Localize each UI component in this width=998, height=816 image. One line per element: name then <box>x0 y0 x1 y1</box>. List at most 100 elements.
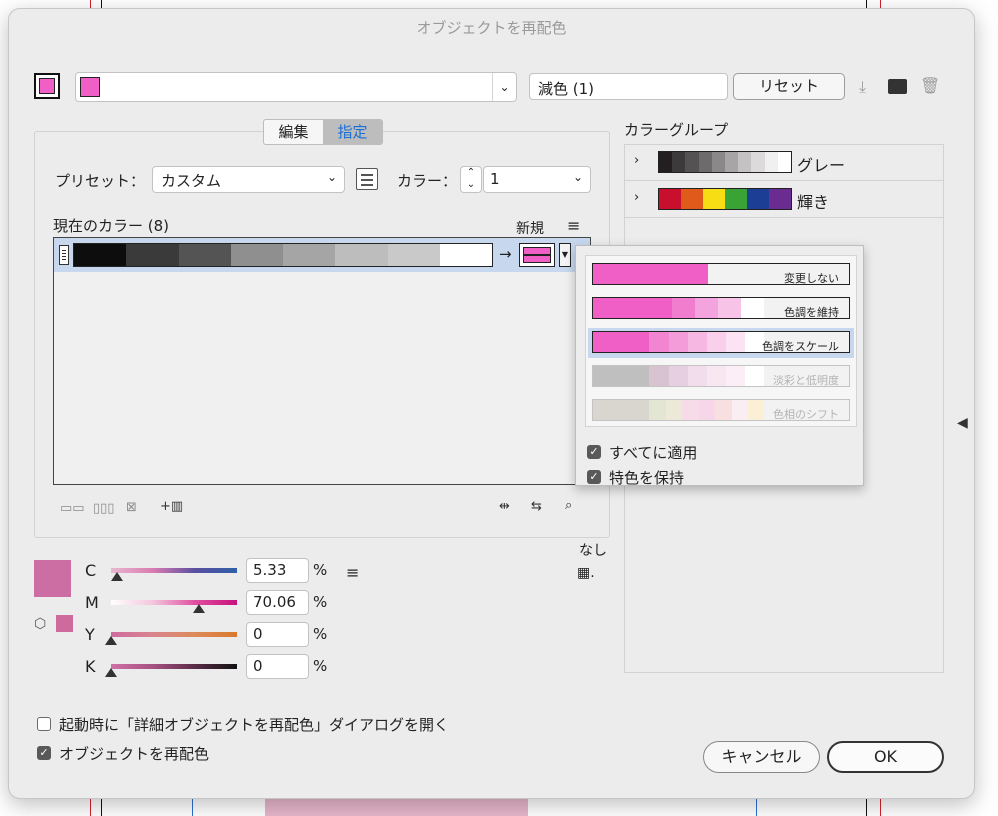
bleed-line <box>880 798 881 816</box>
preview-segment <box>741 298 765 318</box>
randomize-order-icon[interactable]: ⇹ <box>499 499 510 514</box>
new-color-swatch[interactable] <box>519 243 555 267</box>
color-swatch[interactable] <box>74 244 127 266</box>
color-swatch[interactable] <box>764 152 778 172</box>
channel-value-field[interactable]: 70.06 <box>246 590 309 615</box>
preset-select[interactable]: カスタム ⌄ <box>152 166 345 193</box>
color-swatch[interactable] <box>711 152 726 172</box>
color-method-option[interactable]: 色調を維持 <box>588 294 854 324</box>
in-gamut-color-swatch[interactable] <box>56 615 73 632</box>
color-swatch[interactable] <box>387 244 440 266</box>
none-label: なし <box>579 543 607 559</box>
color-swatch[interactable] <box>769 189 791 209</box>
color-swatch[interactable] <box>747 189 769 209</box>
color-swatch[interactable] <box>659 189 681 209</box>
tab-edit[interactable]: 編集 <box>264 120 323 144</box>
chevron-down-icon: ⌄ <box>326 170 337 184</box>
color-mode-grid-icon[interactable]: ▦. <box>577 565 595 581</box>
color-count-stepper[interactable]: ⌃ ⌄ <box>460 166 482 193</box>
color-swatch[interactable] <box>738 152 752 172</box>
tab-assign[interactable]: 指定 <box>323 120 382 144</box>
color-swatch[interactable] <box>335 244 388 266</box>
chevron-down-icon[interactable]: ⌄ <box>573 170 583 184</box>
apply-all-checkbox[interactable]: ✓ <box>587 445 601 459</box>
separate-colors-icon[interactable]: ▯▯▯ <box>93 501 114 516</box>
color-method-option[interactable]: 色調をスケール <box>588 328 854 358</box>
chevron-down-icon[interactable]: ⌄ <box>492 73 516 101</box>
active-color-swatch[interactable] <box>34 560 71 597</box>
color-group-combo[interactable]: ⌄ <box>75 72 517 102</box>
channel-slider[interactable] <box>105 664 237 677</box>
new-row-icon[interactable]: +▥ <box>160 499 183 514</box>
current-colors-strip[interactable] <box>73 243 493 267</box>
recolor-art-checkbox[interactable]: ✓ <box>37 746 51 760</box>
color-swatch[interactable] <box>283 244 336 266</box>
channel-value-field[interactable]: 0 <box>246 622 309 647</box>
slider-thumb[interactable] <box>193 604 205 613</box>
color-swatch[interactable] <box>777 152 792 172</box>
reset-button[interactable]: リセット <box>733 73 845 100</box>
color-group-strip[interactable] <box>658 188 792 210</box>
color-swatch[interactable] <box>703 189 725 209</box>
merge-colors-icon[interactable]: ▭▭ <box>60 501 85 516</box>
color-method-dropdown[interactable]: ▼ <box>559 243 571 267</box>
color-method-option[interactable]: 変更しない <box>588 260 854 290</box>
preview-segment <box>593 400 650 420</box>
ok-button[interactable]: OK <box>827 741 944 773</box>
preview-segment <box>672 298 696 318</box>
menu-icon[interactable]: ≡ <box>346 563 359 582</box>
color-swatch[interactable] <box>725 189 747 209</box>
color-swatch[interactable] <box>751 152 765 172</box>
color-swatch[interactable] <box>685 152 699 172</box>
find-icon[interactable]: ⌕ <box>565 498 572 513</box>
chevron-right-icon[interactable]: › <box>634 153 639 168</box>
color-method-list: 変更しない色調を維持色調をスケール淡彩と低明度色相のシフト <box>585 255 857 427</box>
color-swatch[interactable] <box>178 244 231 266</box>
slider-thumb[interactable] <box>105 668 117 677</box>
channel-value-field[interactable]: 0 <box>246 654 309 679</box>
color-swatch[interactable] <box>698 152 712 172</box>
color-swatch[interactable] <box>725 152 739 172</box>
preset-value: カスタム <box>161 172 222 190</box>
channel-value-field[interactable]: 5.33 <box>246 558 309 583</box>
folder-icon[interactable] <box>888 79 907 94</box>
preset-options-icon[interactable] <box>356 168 378 190</box>
trash-icon[interactable]: 🗑 <box>920 76 940 95</box>
color-group-strip[interactable] <box>658 151 792 173</box>
slider-thumb[interactable] <box>105 636 117 645</box>
color-count-field[interactable]: 1 ⌄ <box>483 166 591 193</box>
exclude-colors-icon[interactable]: ⊠ <box>126 500 137 515</box>
color-swatch[interactable] <box>230 244 283 266</box>
color-swatch[interactable] <box>126 244 179 266</box>
collapse-panel-icon[interactable]: ◀ <box>957 415 968 431</box>
open-advanced-checkbox[interactable] <box>37 717 51 731</box>
drag-handle-icon[interactable] <box>59 245 69 265</box>
color-swatch[interactable] <box>439 244 492 266</box>
keep-spot-checkbox[interactable]: ✓ <box>587 470 601 484</box>
randomize-saturation-icon[interactable]: ⇆ <box>531 499 542 514</box>
reduce-color-field[interactable]: 減色 (1) <box>529 73 728 100</box>
color-row[interactable]: → ▼ <box>54 238 590 272</box>
color-method-label: 淡彩と低明度 <box>773 374 839 387</box>
cancel-button[interactable]: キャンセル <box>703 741 820 773</box>
method-preview-bar: 淡彩と低明度 <box>592 365 850 387</box>
color-swatch[interactable] <box>681 189 703 209</box>
channel-slider[interactable] <box>105 632 237 645</box>
color-method-option[interactable]: 淡彩と低明度 <box>588 362 854 392</box>
save-group-icon[interactable]: ⤓ <box>859 77 866 97</box>
color-groups-header: カラーグループ <box>624 121 729 139</box>
menu-icon[interactable]: ≡ <box>567 216 580 235</box>
channel-slider[interactable] <box>111 600 237 613</box>
channel-slider[interactable] <box>111 568 237 581</box>
arrow-right-icon[interactable]: → <box>499 245 512 263</box>
slider-thumb[interactable] <box>111 572 123 581</box>
preview-segment <box>687 332 707 352</box>
out-of-gamut-icon[interactable]: ⬡ <box>34 616 46 632</box>
color-method-option[interactable]: 色相のシフト <box>588 396 854 426</box>
color-group-row[interactable]: › グレー <box>625 145 943 181</box>
chevron-right-icon[interactable]: › <box>634 190 639 205</box>
color-swatch[interactable] <box>659 152 673 172</box>
color-group-row[interactable]: › 輝き <box>625 182 943 218</box>
color-swatch[interactable] <box>672 152 686 172</box>
artwork-color-swatch[interactable] <box>34 73 60 99</box>
